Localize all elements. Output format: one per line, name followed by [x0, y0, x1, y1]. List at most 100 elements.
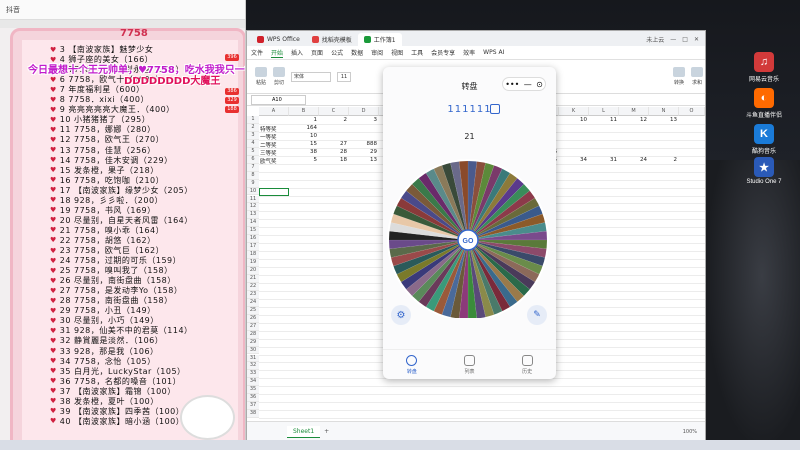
cell-D1[interactable]: 3	[349, 117, 378, 123]
account-status[interactable]: 未上云	[646, 35, 664, 44]
menu-item[interactable]: 数据	[351, 48, 363, 57]
column-header[interactable]: L	[589, 107, 619, 116]
menu-item[interactable]: 文件	[251, 48, 263, 57]
row-header[interactable]: 28	[247, 330, 259, 339]
paste-button[interactable]: 粘贴	[255, 67, 267, 86]
cell-D4[interactable]: 888	[349, 141, 378, 147]
row-header[interactable]: 24	[247, 298, 259, 307]
minimize-icon[interactable]: —	[670, 36, 676, 43]
selected-cell[interactable]	[259, 187, 289, 196]
row-header[interactable]: 38	[247, 410, 259, 419]
edit-name-icon[interactable]	[490, 104, 500, 114]
font-name-select[interactable]: 宋体	[291, 71, 331, 82]
row-header[interactable]: 17	[247, 243, 259, 252]
column-header[interactable]: M	[619, 107, 649, 116]
cell-M1[interactable]: 12	[619, 117, 647, 123]
settings-button[interactable]: ⚙	[391, 305, 411, 325]
row-header[interactable]: 2	[247, 123, 259, 132]
sheet-tab[interactable]: Sheet1	[287, 425, 321, 438]
zoom-level[interactable]: 100%	[683, 429, 697, 435]
menu-item[interactable]: 审阅	[371, 48, 383, 57]
row-header[interactable]: 15	[247, 227, 259, 236]
cell-B1[interactable]: 1	[289, 117, 318, 123]
cell-A2[interactable]: 特等奖	[260, 125, 277, 133]
cell-C6[interactable]: 18	[319, 157, 347, 163]
row-header[interactable]: 16	[247, 235, 259, 244]
menu-item[interactable]: 视图	[391, 48, 403, 57]
row-header[interactable]: 11	[247, 195, 259, 204]
column-header[interactable]: D	[349, 107, 379, 116]
row-header[interactable]: 29	[247, 338, 259, 347]
row-header[interactable]: 10	[247, 187, 259, 196]
cell-M6[interactable]: 24	[619, 157, 647, 163]
cell-A6[interactable]: 欧气奖	[260, 157, 277, 165]
cell-N6[interactable]: 2	[649, 157, 678, 163]
column-header[interactable]: N	[649, 107, 679, 116]
edit-button[interactable]: ✎	[527, 305, 547, 325]
row-header[interactable]: 18	[247, 251, 259, 260]
menu-item[interactable]: 页面	[311, 48, 323, 57]
cell-C4[interactable]: 27	[319, 141, 347, 147]
row-header[interactable]: 20	[247, 267, 259, 275]
cell-C5[interactable]: 28	[319, 149, 347, 155]
menu-item[interactable]: 插入	[291, 48, 303, 57]
row-header[interactable]: 26	[247, 314, 259, 323]
row-header[interactable]: 9	[247, 179, 259, 188]
cell-D6[interactable]: 13	[349, 157, 377, 163]
column-header[interactable]: C	[319, 107, 349, 116]
cell-A5[interactable]: 三等奖	[260, 149, 277, 157]
font-size-select[interactable]: 11	[337, 71, 351, 82]
convert-button[interactable]: 转换	[673, 67, 685, 86]
tab-wps-office[interactable]: WPS Office	[251, 33, 306, 46]
nav-history[interactable]: 历史	[521, 354, 533, 375]
cell-B4[interactable]: 15	[289, 141, 317, 147]
menu-item[interactable]: 开始	[271, 48, 284, 58]
row-header[interactable]: 19	[247, 259, 259, 268]
menu-item[interactable]: 会员专享	[431, 48, 455, 57]
sum-button[interactable]: 求和	[691, 67, 703, 86]
column-header[interactable]: B	[289, 107, 319, 116]
row-header[interactable]: 7	[247, 163, 259, 172]
row-header[interactable]: 5	[247, 147, 259, 156]
cell-A3[interactable]: 一等奖	[260, 133, 277, 141]
cell-A4[interactable]: 二等奖	[260, 141, 277, 149]
desktop-icon-netease[interactable]: ♫ 网易云音乐	[729, 52, 799, 83]
cell-B6[interactable]: 5	[289, 157, 318, 163]
desktop-icon-kugou[interactable]: K 酷狗音乐	[729, 124, 799, 155]
row-header[interactable]: 3	[247, 131, 259, 140]
more-icon[interactable]: •••	[505, 80, 519, 89]
cell-B2[interactable]: 164	[289, 125, 318, 131]
maximize-icon[interactable]: □	[682, 36, 688, 43]
menu-item[interactable]: WPS AI	[483, 49, 504, 56]
cell-B5[interactable]: 38	[289, 149, 317, 155]
tab-templates[interactable]: 找稻壳模板	[306, 33, 358, 46]
minimize-icon[interactable]: —	[524, 80, 532, 89]
column-header[interactable]: K	[559, 107, 589, 116]
row-header[interactable]: 35	[247, 386, 259, 395]
cell-L1[interactable]: 11	[589, 117, 617, 123]
row-header[interactable]: 13	[247, 211, 259, 220]
row-header[interactable]: 34	[247, 378, 259, 387]
row-header[interactable]: 6	[247, 155, 259, 164]
row-header[interactable]: 22	[247, 282, 259, 291]
close-circle-icon[interactable]: ⊙	[536, 80, 543, 89]
cell-D5[interactable]: 29	[349, 149, 377, 155]
row-header[interactable]: 12	[247, 203, 259, 212]
row-header[interactable]: 32	[247, 362, 259, 371]
tab-workbook[interactable]: 工作簿1	[357, 33, 402, 46]
row-header[interactable]: 8	[247, 171, 259, 180]
name-box[interactable]: A10	[251, 94, 306, 105]
cell-C1[interactable]: 2	[319, 117, 348, 123]
menu-item[interactable]: 工具	[411, 48, 423, 57]
row-header[interactable]: 1	[247, 116, 259, 124]
desktop-icon-studio-one[interactable]: ★ Studio One 7	[729, 157, 799, 185]
row-header[interactable]: 37	[247, 402, 259, 411]
row-header[interactable]: 30	[247, 346, 259, 355]
row-header[interactable]: 21	[247, 275, 259, 283]
cell-K6[interactable]: 34	[559, 157, 587, 163]
row-header[interactable]: 14	[247, 219, 259, 228]
column-header[interactable]: O	[679, 107, 705, 116]
nav-list[interactable]: 列表	[463, 354, 475, 375]
row-header[interactable]: 31	[247, 354, 259, 363]
cell-K1[interactable]: 10	[559, 117, 587, 123]
